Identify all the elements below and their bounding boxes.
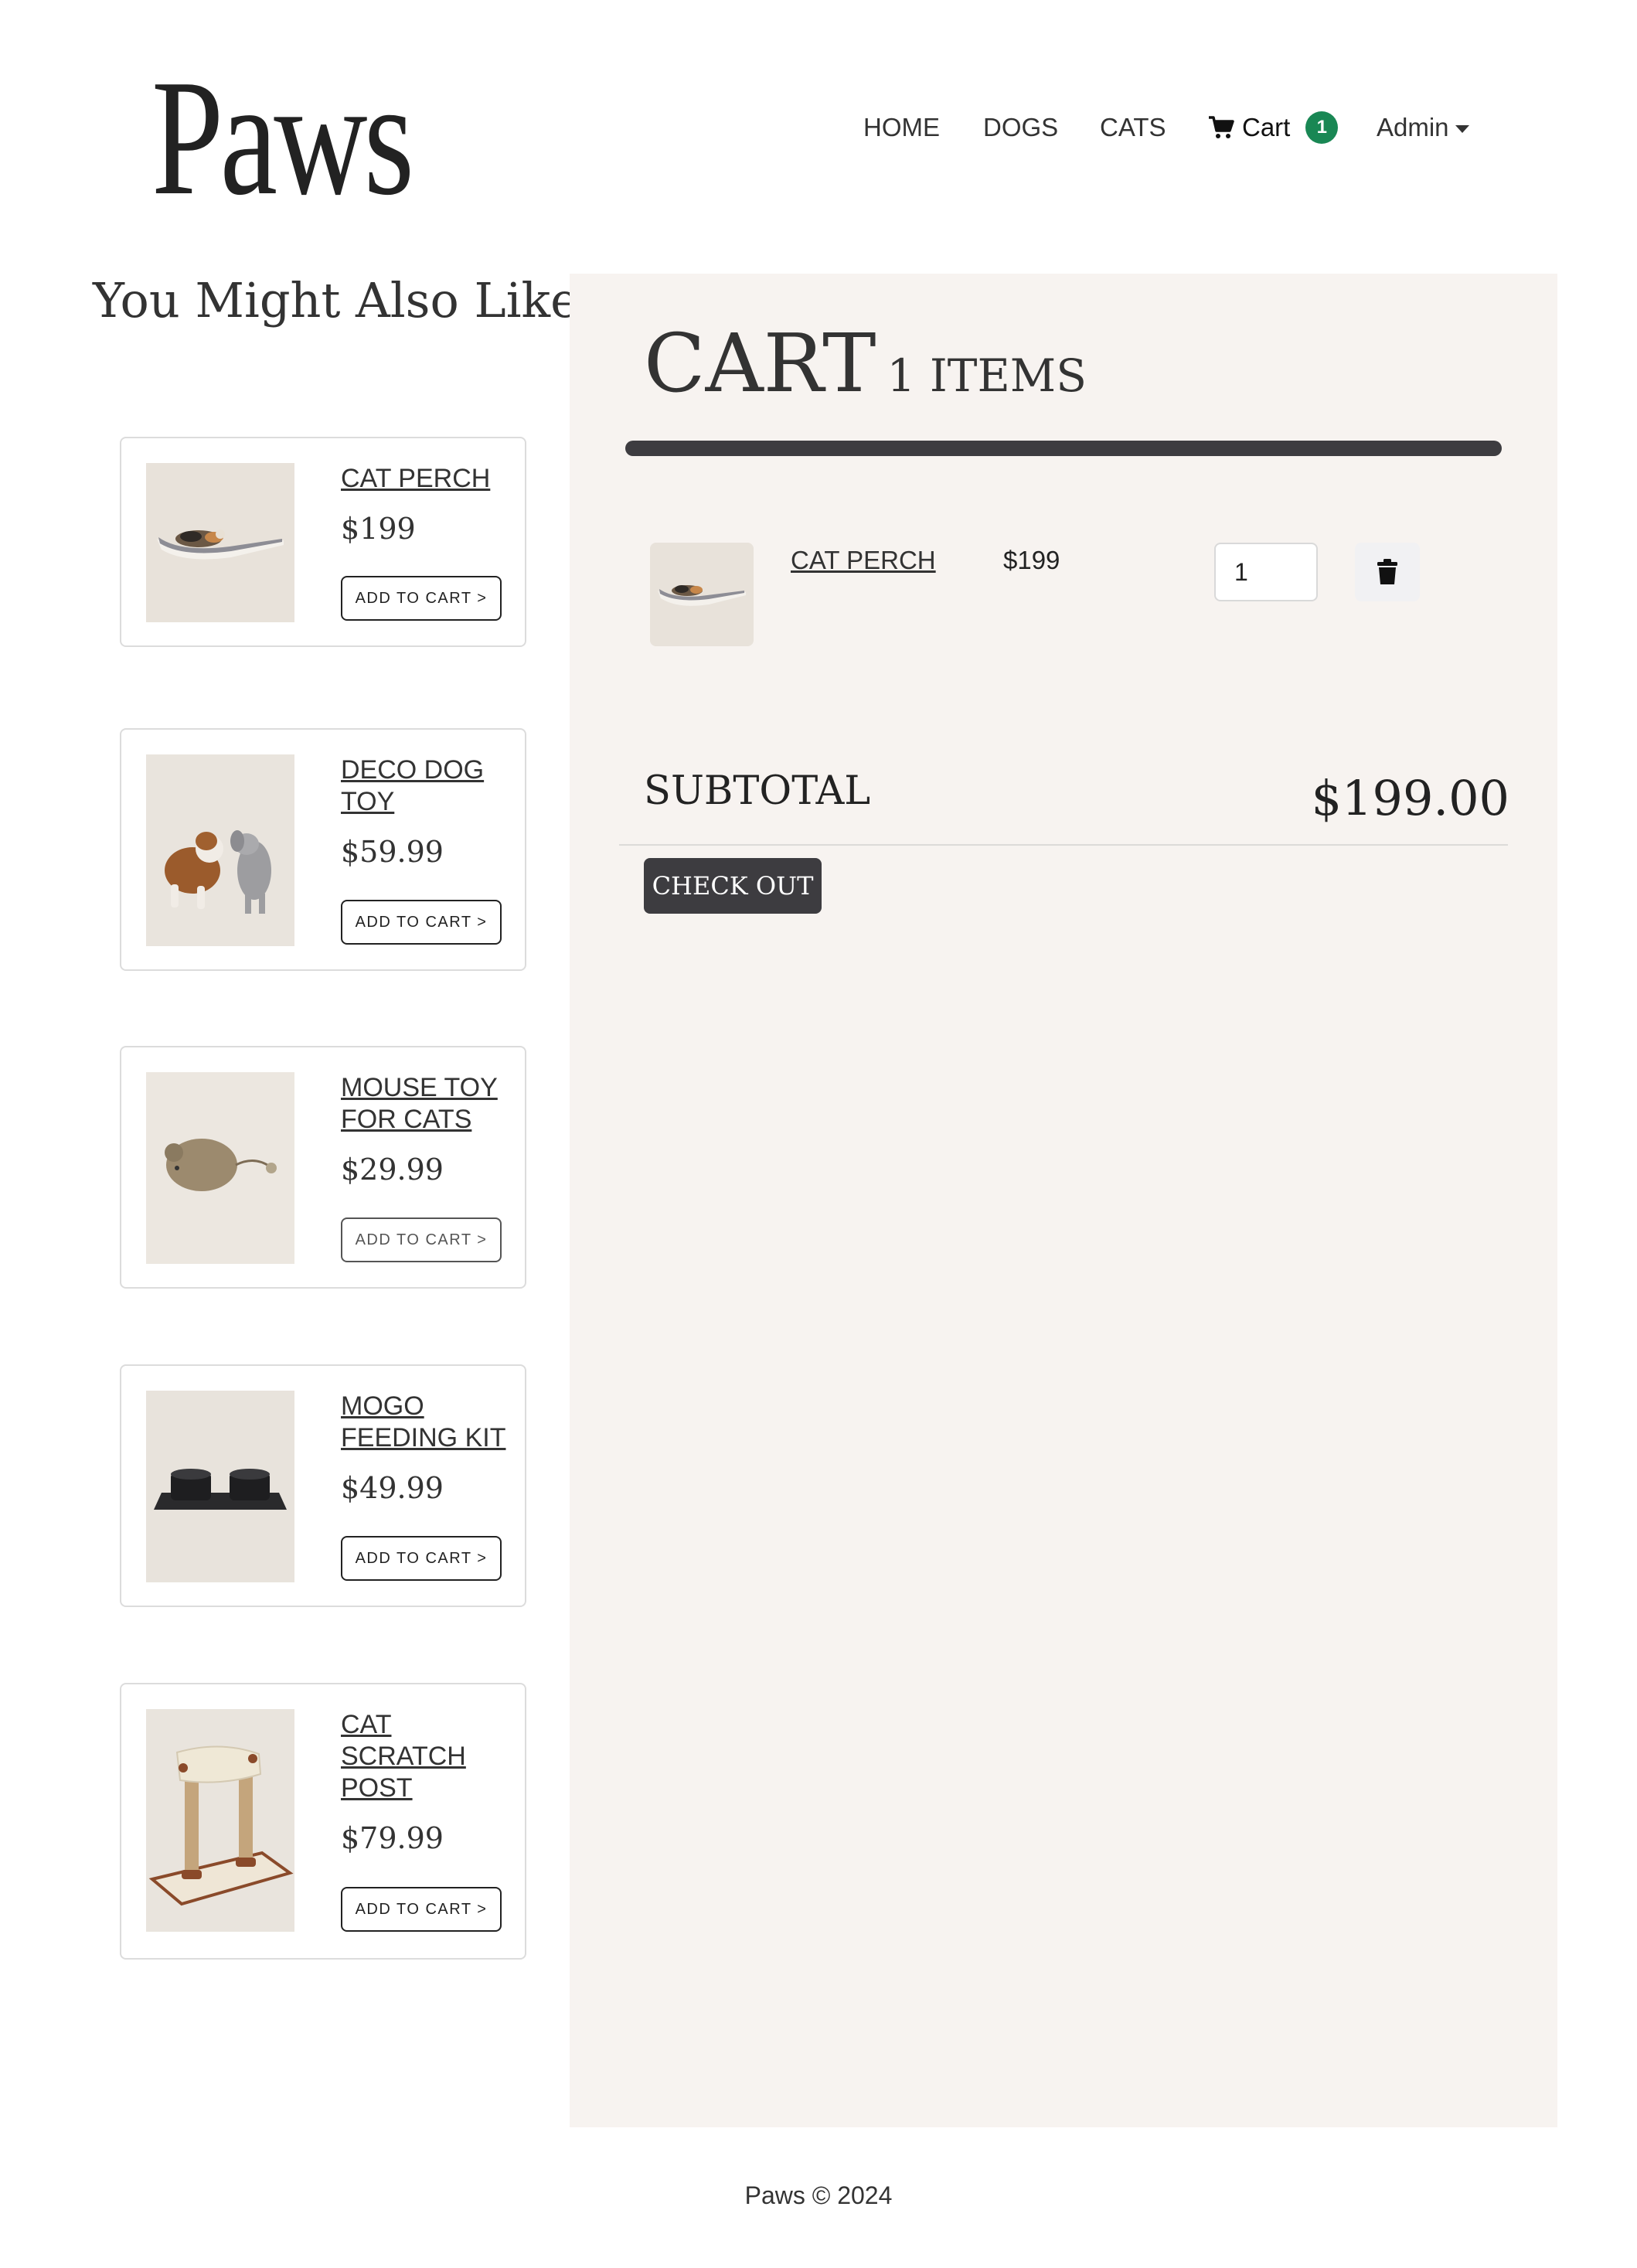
recommendation-card: MOUSE TOY FOR CATS $29.99 ADD TO CART > <box>120 1046 526 1289</box>
nav-dogs-link[interactable]: DOGS <box>983 108 1058 147</box>
footer-copyright: Paws © 2024 <box>744 2181 893 2209</box>
recommendation-card: CAT PERCH $199 ADD TO CART > <box>120 437 526 647</box>
product-price: $49.99 <box>341 1471 444 1505</box>
cart-item-count: 1 ITEMS <box>887 349 1087 402</box>
product-name-link[interactable]: DECO DOG TOY <box>341 754 515 818</box>
add-to-cart-button[interactable]: ADD TO CART > <box>341 1217 502 1262</box>
cart-title: CART 1 ITEMS <box>644 316 1087 410</box>
product-price: $59.99 <box>341 835 444 869</box>
product-name-link[interactable]: CAT SCRATCH POST <box>341 1709 515 1804</box>
recommendations-heading: You Might Also Like <box>93 272 579 329</box>
divider <box>619 844 1508 846</box>
recommendation-card: CAT SCRATCH POST $79.99 ADD TO CART > <box>120 1683 526 1960</box>
nav-cats-link[interactable]: CATS <box>1100 108 1166 147</box>
product-price: $199 <box>341 512 416 546</box>
caret-down-icon <box>1455 125 1469 134</box>
product-image-mogo-feeding-kit[interactable] <box>146 1391 294 1582</box>
cart-progress-bar <box>625 441 1502 456</box>
nav-cart-link[interactable]: Cart 1 <box>1208 108 1339 147</box>
nav-cart-label: Cart <box>1242 113 1291 141</box>
cart-heading: CART <box>644 316 876 410</box>
product-image-deco-dog-toy[interactable] <box>146 754 294 946</box>
nav-admin-label: Admin <box>1377 113 1449 141</box>
site-logo[interactable]: Paws <box>151 54 414 220</box>
cart-item-price: $199 <box>1003 546 1060 574</box>
nav-home-link[interactable]: HOME <box>863 108 940 147</box>
cart-item-name-link[interactable]: CAT PERCH <box>791 546 936 575</box>
cart-item-image[interactable] <box>650 543 754 646</box>
add-to-cart-button[interactable]: ADD TO CART > <box>341 1536 502 1581</box>
cat-perch-image <box>146 463 294 622</box>
subtotal-label: SUBTOTAL <box>644 768 871 814</box>
remove-item-button[interactable] <box>1355 543 1420 601</box>
cart-panel: CART1 ITEMS CAT PERCH $199 SUBTOTAL $199… <box>570 274 1557 2127</box>
recommendation-card: DECO DOG TOY $59.99 ADD TO CART > <box>120 728 526 971</box>
add-to-cart-button[interactable]: ADD TO CART > <box>341 1887 502 1932</box>
nav-admin-dropdown[interactable]: Admin <box>1377 108 1469 147</box>
product-name-link[interactable]: MOGO FEEDING KIT <box>341 1391 515 1454</box>
product-price: $79.99 <box>341 1821 444 1855</box>
product-image-cat-scratch-post[interactable] <box>146 1709 294 1932</box>
add-to-cart-button[interactable]: ADD TO CART > <box>341 900 502 945</box>
cart-count-badge: 1 <box>1305 111 1339 144</box>
scratch-post-image <box>146 1709 294 1932</box>
product-name-link[interactable]: CAT PERCH <box>341 463 515 495</box>
mouse-toy-image <box>146 1072 294 1264</box>
shopping-cart-icon <box>1209 116 1234 138</box>
product-image-cat-perch[interactable] <box>146 463 294 622</box>
recommendation-card: MOGO FEEDING KIT $49.99 ADD TO CART > <box>120 1364 526 1607</box>
product-price: $29.99 <box>341 1153 444 1187</box>
add-to-cart-button[interactable]: ADD TO CART > <box>341 576 502 621</box>
quantity-input[interactable] <box>1214 543 1318 601</box>
dog-toy-image <box>146 754 294 946</box>
feeding-kit-image <box>146 1391 294 1582</box>
product-name-link[interactable]: MOUSE TOY FOR CATS <box>341 1072 515 1136</box>
subtotal-value: $199.00 <box>1311 770 1509 826</box>
product-image-mouse-toy[interactable] <box>146 1072 294 1264</box>
checkout-button[interactable]: CHECK OUT <box>644 858 822 914</box>
trash-icon <box>1377 559 1397 584</box>
cat-perch-image <box>650 543 754 646</box>
